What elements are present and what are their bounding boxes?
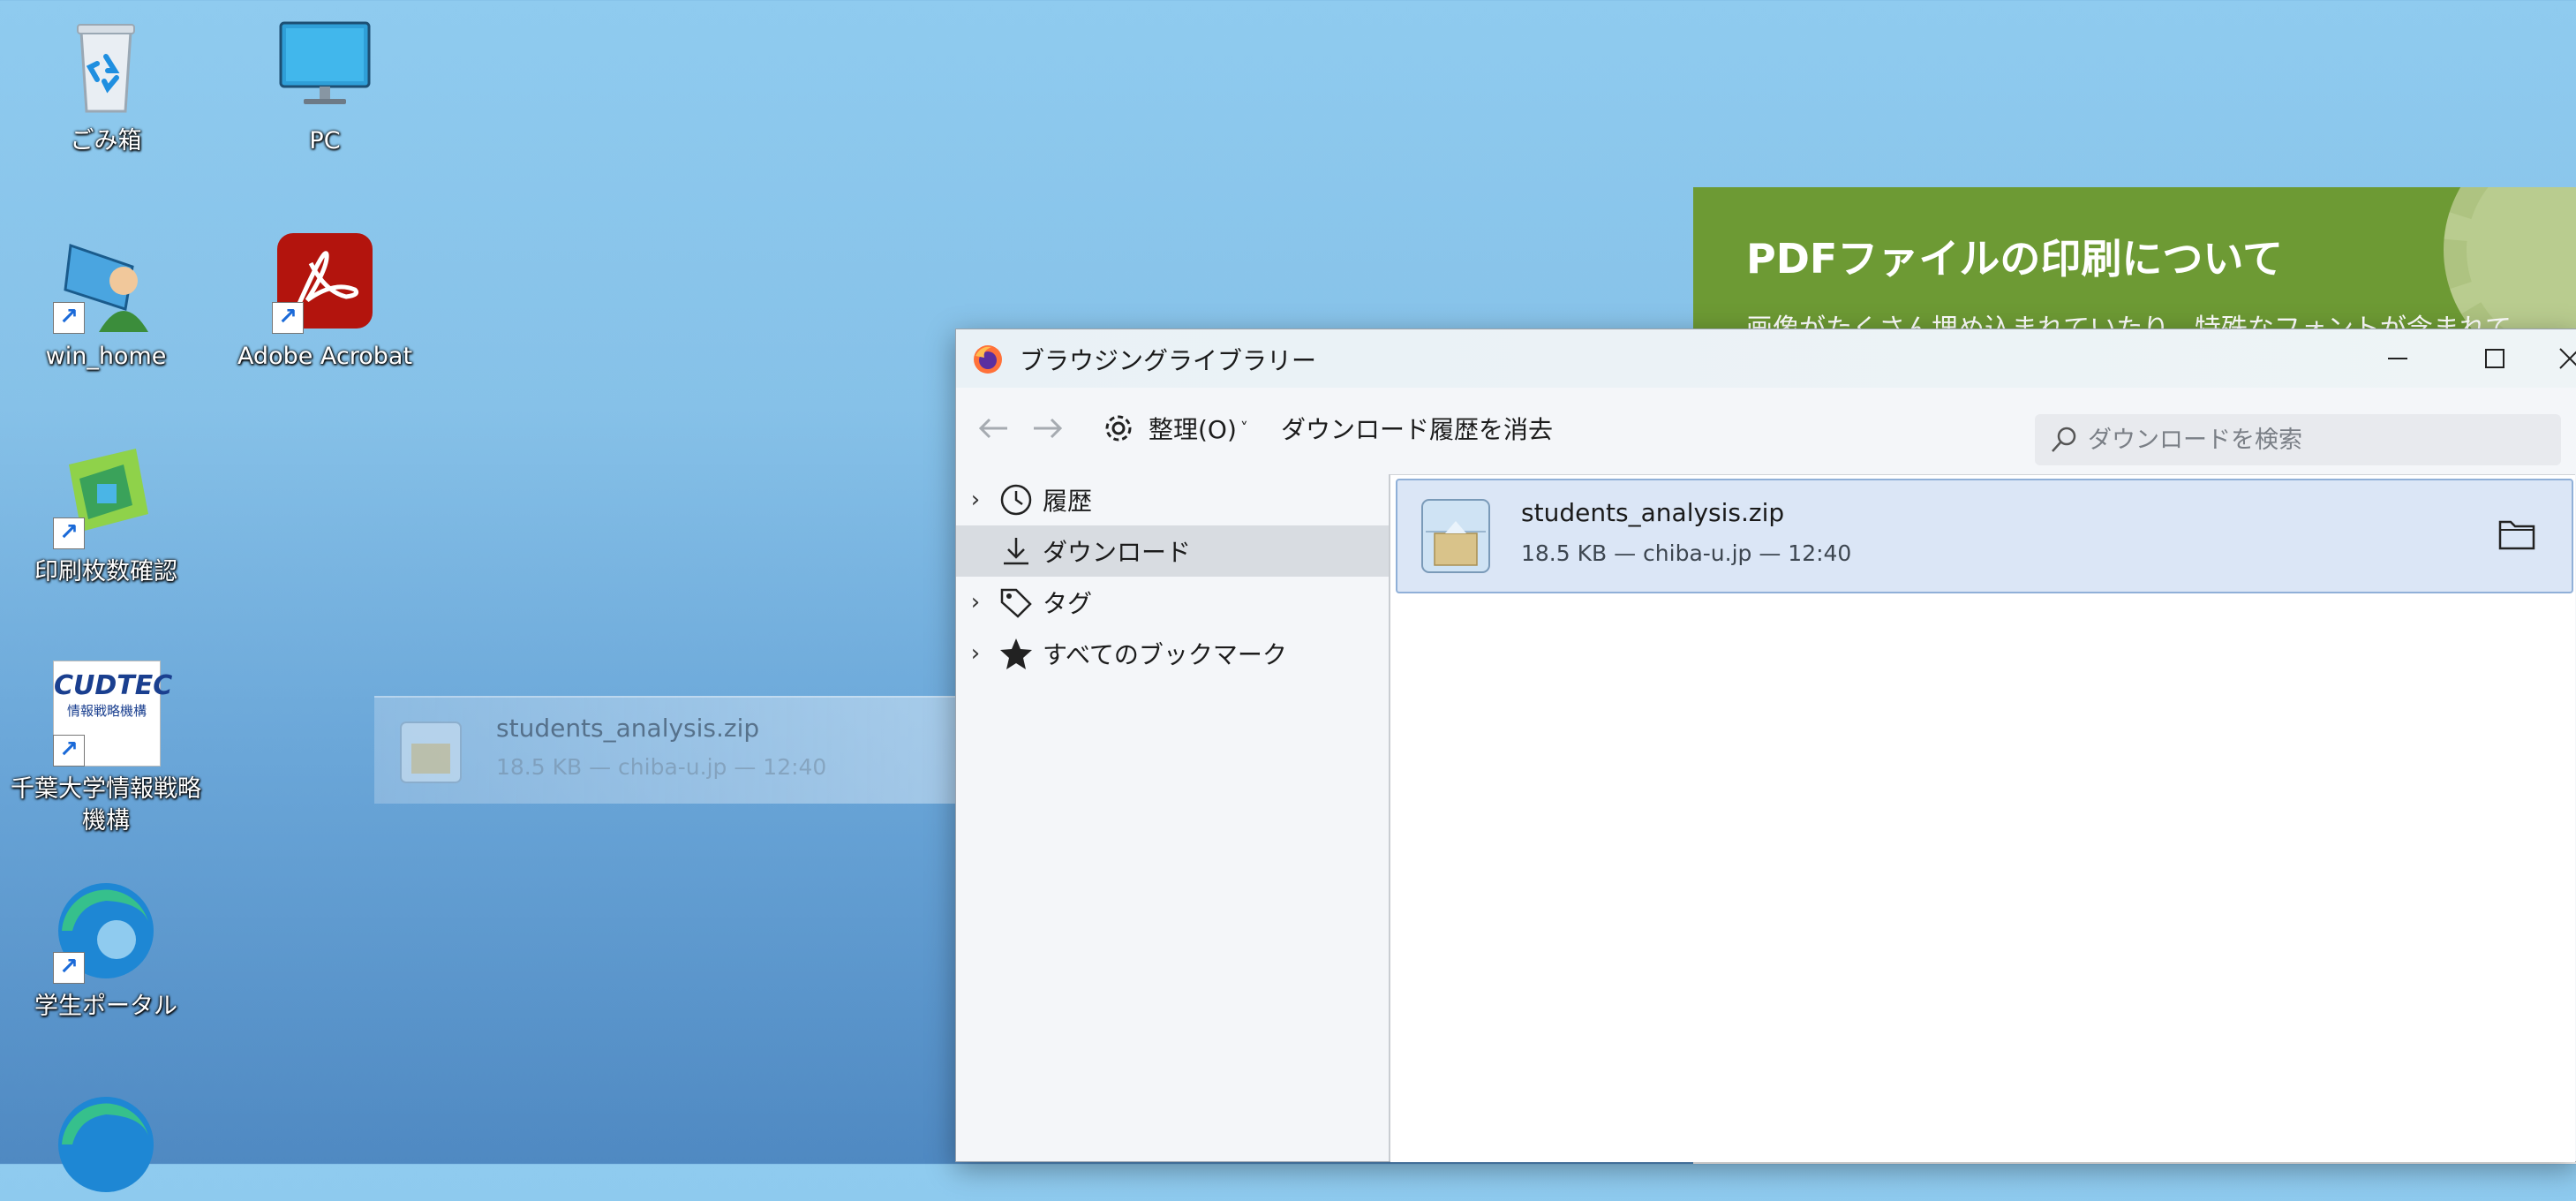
- remote-desktop-icon: ↗: [53, 228, 159, 334]
- drag-ghost-name: students_analysis.zip: [496, 714, 760, 743]
- window-title: ブラウジングライブラリー: [1020, 346, 1317, 375]
- sidebar-item-tags[interactable]: › タグ: [956, 577, 1389, 628]
- shortcut-arrow-icon: ↗: [53, 952, 85, 984]
- cudtec-logo-sub: 情報戦略機構: [66, 703, 147, 719]
- search-input[interactable]: [2086, 421, 2549, 458]
- window-titlebar[interactable]: ブラウジングライブラリー: [956, 329, 2576, 388]
- edge-icon: ↗: [53, 878, 159, 984]
- search-icon: [2049, 425, 2079, 458]
- library-window: ブラウジングライブラリー 整理(O) ˅ ダウンロード履歴を消去 ダウンロードを…: [955, 329, 2576, 1162]
- desktop-icon-label: win_home: [45, 343, 167, 370]
- desktop-icon-recycle-bin[interactable]: ごみ箱: [0, 12, 212, 157]
- chevron-down-icon: ˅: [1239, 419, 1248, 438]
- sidebar-item-downloads[interactable]: ダウンロード: [956, 525, 1389, 577]
- print-count-icon: ↗: [53, 443, 159, 549]
- desktop-icon-label: PC: [309, 127, 341, 155]
- edge-icon: [53, 1091, 159, 1197]
- desktop-icon-label: 印刷枚数確認: [34, 558, 177, 585]
- cudtec-logo-text: CUDTEC: [54, 670, 173, 701]
- desktop-icon-label: ごみ箱: [70, 127, 142, 155]
- download-icon: [995, 534, 1037, 568]
- shortcut-arrow-icon: ↗: [53, 735, 85, 767]
- chevron-right-icon[interactable]: ›: [956, 640, 995, 667]
- desktop-icon-label: Adobe Acrobat: [237, 343, 413, 370]
- clear-history-button[interactable]: ダウンロード履歴を消去: [1281, 411, 1553, 446]
- shortcut-arrow-icon: ↗: [272, 302, 304, 334]
- desktop-icon-label: 千葉大学情報戦略機構: [11, 775, 201, 835]
- tag-icon: [995, 585, 1037, 620]
- folder-icon: [2498, 518, 2535, 554]
- desktop-icon-label: 学生ポータル: [34, 993, 177, 1020]
- desktop-icon-student-portal[interactable]: ↗ 学生ポータル: [0, 878, 212, 1023]
- window-toolbar: 整理(O) ˅ ダウンロード履歴を消去: [956, 388, 2576, 474]
- cudtec-icon: CUDTEC 情報戦略機構 ↗: [53, 661, 173, 767]
- desktop-icon-edge-partial[interactable]: [0, 1091, 212, 1197]
- clock-icon: [995, 483, 1037, 517]
- desktop-icon-win-home[interactable]: ↗ win_home: [0, 228, 212, 373]
- maximize-button[interactable]: [2446, 329, 2543, 388]
- zip-file-icon: [1419, 496, 1493, 576]
- close-button[interactable]: [2543, 329, 2576, 388]
- sidebar: › 履歴 ダウンロード › タグ › すべてのブックマーク: [956, 474, 1390, 1161]
- download-file-meta: 18.5 KB — chiba-u.jp — 12:40: [1521, 540, 1852, 566]
- chevron-right-icon[interactable]: ›: [956, 589, 995, 616]
- desktop-icon-print-count[interactable]: ↗ 印刷枚数確認: [0, 443, 212, 588]
- recycle-bin-icon: [53, 12, 159, 118]
- show-in-folder-button[interactable]: [2492, 514, 2542, 558]
- shortcut-arrow-icon: ↗: [53, 517, 85, 549]
- webpage-title: PDFファイルの印刷について: [1746, 235, 2283, 283]
- sidebar-item-bookmarks[interactable]: › すべてのブックマーク: [956, 628, 1389, 679]
- zip-file-icon: [395, 717, 466, 788]
- sidebar-item-history[interactable]: › 履歴: [956, 474, 1389, 525]
- desktop-icon-adobe-acrobat[interactable]: ↗ Adobe Acrobat: [219, 228, 431, 373]
- star-icon: [995, 636, 1037, 671]
- firefox-icon: [972, 344, 1004, 375]
- monitor-icon: [272, 12, 378, 118]
- sidebar-item-label: ダウンロード: [1043, 538, 1192, 567]
- desktop-icon-chiba-univ[interactable]: CUDTEC 情報戦略機構 ↗ 千葉大学情報戦略機構: [0, 661, 212, 837]
- download-file-name: students_analysis.zip: [1521, 498, 1785, 527]
- minimize-button[interactable]: [2349, 329, 2446, 388]
- download-item[interactable]: students_analysis.zip 18.5 KB — chiba-u.…: [1396, 479, 2573, 593]
- forward-button[interactable]: [1030, 414, 1066, 442]
- downloads-list: students_analysis.zip 18.5 KB — chiba-u.…: [1390, 474, 2575, 1162]
- sidebar-item-label: 履歴: [1043, 487, 1093, 516]
- organize-label: 整理(O): [1149, 415, 1237, 444]
- sidebar-item-label: タグ: [1043, 589, 1093, 618]
- acrobat-icon: ↗: [272, 228, 378, 334]
- gear-icon: [1101, 411, 1136, 446]
- drag-ghost-meta: 18.5 KB — chiba-u.jp — 12:40: [496, 754, 827, 780]
- shortcut-arrow-icon: ↗: [53, 302, 85, 334]
- desktop-icon-pc[interactable]: PC: [219, 12, 431, 157]
- search-box[interactable]: [2035, 414, 2561, 465]
- back-button[interactable]: [975, 414, 1011, 442]
- organize-menu-button[interactable]: 整理(O) ˅: [1101, 411, 1248, 446]
- chevron-right-icon[interactable]: ›: [956, 487, 995, 513]
- sidebar-item-label: すべてのブックマーク: [1043, 640, 1287, 669]
